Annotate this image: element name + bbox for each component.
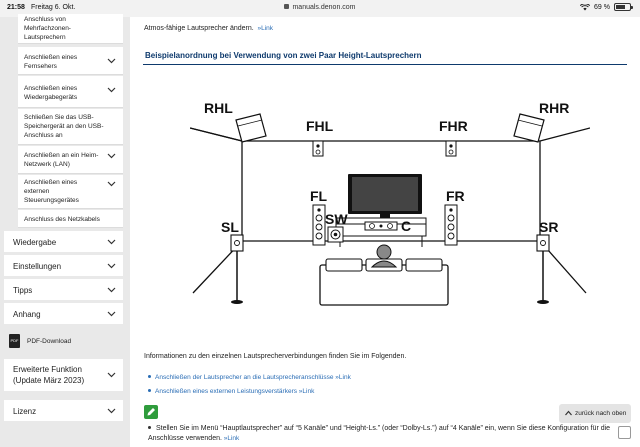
label-rhr: RHR (539, 100, 569, 116)
speaker-center (364, 221, 398, 231)
label-c: C (401, 218, 411, 234)
lock-icon (284, 4, 290, 9)
sidebar-item-multizone[interactable]: Anschluss von Mehrfachzonen-Lautsprecher… (18, 14, 123, 44)
sidebar-item-label: Erweiterte Funktion (Update März 2023) (13, 365, 85, 385)
link-label[interactable]: Anschließen eines externen Leistungsvers… (155, 388, 297, 395)
sidebar-item-wiedergabe[interactable]: Wiedergabe (4, 231, 123, 252)
speaker-layout-diagram: RHL RHR FHL FHR FL FR SL SR SW C (190, 100, 590, 306)
page-toggle-button[interactable] (618, 426, 631, 439)
link-speaker-terminals[interactable]: Anschließen der Lautsprecher an die Laut… (148, 374, 351, 381)
intro-text: Atmos-fähige Lautsprecher ändern. »Link (144, 25, 273, 32)
sidebar-item-label: Anschließen eines Fernsehers (24, 54, 78, 70)
sidebar-item-label: Anhang (13, 310, 41, 319)
chevron-down-icon[interactable] (107, 181, 116, 187)
section-title: Beispielanordnung bei Verwendung von zwe… (145, 51, 422, 60)
sidebar-item-label: Schließen Sie das USB-Speichergerät an d… (24, 114, 104, 139)
intro-sentence: Atmos-fähige Lautsprecher ändern. (144, 25, 254, 32)
sidebar-item-network[interactable]: Anschließen an ein Heim-Netzwerk (LAN) (18, 146, 123, 174)
pdf-icon: PDF (9, 334, 20, 348)
chevron-down-icon[interactable] (107, 153, 116, 159)
sidebar: Anschluss von Mehrfachzonen-Lautsprecher… (0, 14, 130, 447)
bullet-icon (148, 426, 151, 429)
chevron-down-icon[interactable] (107, 408, 116, 414)
chevron-down-icon[interactable] (107, 287, 116, 293)
link-label[interactable]: Anschließen der Lautsprecher an die Laut… (155, 374, 334, 381)
sofa-listener (319, 244, 449, 306)
speaker-fl (312, 204, 326, 246)
sidebar-item-tv[interactable]: Anschließen eines Fernsehers (18, 47, 123, 75)
info-text: Informationen zu den einzelnen Lautsprec… (144, 353, 407, 360)
battery-percent: 69 % (594, 3, 610, 11)
speaker-rhl (235, 113, 267, 143)
sidebar-item-lizenz[interactable]: Lizenz (4, 400, 123, 421)
sidebar-item-anhang[interactable]: Anhang (4, 303, 123, 324)
sidebar-item-label: Anschließen eines externen Steuerungsger… (24, 179, 79, 204)
label-fr: FR (446, 188, 465, 204)
chevron-down-icon[interactable] (107, 263, 116, 269)
sidebar-item-label: Lizenz (13, 407, 37, 416)
sidebar-item-label: Anschluss von Mehrfachzonen-Lautsprecher… (24, 16, 71, 41)
label-sl: SL (221, 219, 239, 235)
note-pencil-icon (144, 405, 158, 419)
pdf-download-link[interactable]: PDF PDF-Download (4, 333, 123, 351)
chevron-down-icon[interactable] (107, 239, 116, 245)
battery-icon (614, 3, 633, 11)
speaker-rhr (513, 113, 545, 143)
label-fhr: FHR (439, 118, 468, 134)
sidebar-item-tipps[interactable]: Tipps (4, 279, 123, 300)
configuration-note-link[interactable]: Link (227, 435, 239, 442)
back-to-top-label: zurück nach oben (575, 410, 627, 417)
intro-link[interactable]: Link (261, 25, 273, 32)
label-fhl: FHL (306, 118, 334, 134)
sidebar-item-label: Anschluss des Netzkabels (24, 216, 100, 223)
link-suffix[interactable]: Link (339, 374, 351, 381)
section-divider (143, 64, 627, 65)
pdf-download-label: PDF-Download (27, 338, 72, 345)
sidebar-item-power-cable[interactable]: Anschluss des Netzkabels (18, 210, 123, 228)
sidebar-item-label: Anschließen an ein Heim-Netzwerk (LAN) (24, 152, 99, 168)
chevron-down-icon[interactable] (107, 311, 116, 317)
sidebar-item-label: Einstellungen (13, 262, 62, 271)
speaker-sl (230, 234, 244, 304)
speaker-fhr (445, 140, 457, 157)
label-sw: SW (325, 211, 348, 227)
bullet-icon (148, 389, 151, 392)
speaker-sr (536, 234, 550, 304)
chevron-down-icon[interactable] (107, 372, 116, 378)
back-to-top-button[interactable]: zurück nach oben (559, 404, 631, 423)
sidebar-item-extended-function[interactable]: Erweiterte Funktion (Update März 2023) (4, 359, 123, 391)
link-suffix[interactable]: Link (302, 388, 314, 395)
chevron-down-icon[interactable] (107, 87, 116, 93)
label-sr: SR (539, 219, 558, 235)
sidebar-item-playback-device[interactable]: Anschließen eines Wiedergabegeräts (18, 76, 123, 108)
sidebar-item-usb[interactable]: Schließen Sie das USB-Speichergerät an d… (18, 109, 123, 145)
url-text: manuals.denon.com (292, 4, 356, 11)
wifi-icon (580, 3, 591, 10)
configuration-note: Stellen Sie im Menü “Hauptlautsprecher” … (148, 425, 611, 442)
sidebar-item-einstellungen[interactable]: Einstellungen (4, 255, 123, 276)
sidebar-item-label: Tipps (13, 286, 33, 295)
label-rhl: RHL (204, 100, 233, 116)
chevron-up-icon (565, 410, 572, 416)
speaker-fr (444, 204, 458, 246)
tv (348, 174, 422, 218)
configuration-note-text: Stellen Sie im Menü “Hauptlautsprecher” … (148, 425, 611, 442)
chevron-down-icon[interactable] (107, 58, 116, 64)
label-fl: FL (310, 188, 328, 204)
speaker-fhl (312, 140, 324, 157)
sidebar-item-label: Wiedergabe (13, 238, 57, 247)
address-bar[interactable]: manuals.denon.com (0, 4, 640, 11)
link-external-amp[interactable]: Anschließen eines externen Leistungsvers… (148, 388, 314, 395)
sidebar-item-label: Anschließen eines Wiedergabegeräts (24, 85, 78, 101)
sidebar-item-external-control[interactable]: Anschließen eines externen Steuerungsger… (18, 175, 123, 209)
subwoofer (327, 226, 344, 243)
bullet-icon (148, 375, 151, 378)
main-content: Atmos-fähige Lautsprecher ändern. »Link … (130, 17, 640, 447)
